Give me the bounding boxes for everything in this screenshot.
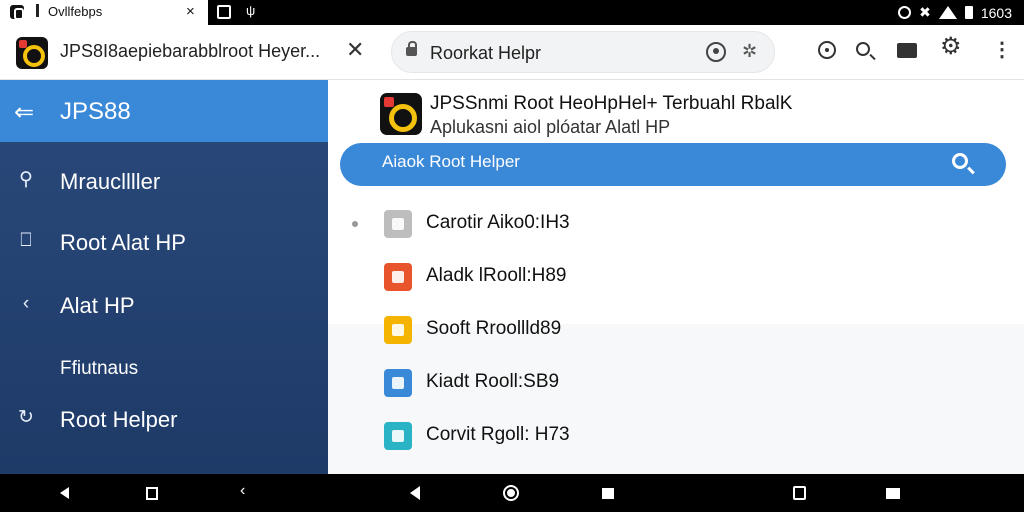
overview-icon[interactable] [602,488,614,499]
app-bar: JPS8I8aepiebarabblroot Heyer... ✕ Roorka… [0,25,1024,80]
screenshot-icon [217,5,231,19]
alarm-icon [898,6,912,19]
share-icon: ‹ [22,293,30,314]
sidebar-item-label: Ffiutnaus [60,358,139,379]
sidebar: ⇐ JPS88 ⚲ Mraucllller ⎕ Root Alat HP ‹ A… [0,80,328,474]
sidebar-item-root-alat-hp[interactable]: ⎕ Root Alat HP [0,218,328,268]
search-input[interactable]: Aiaok Root Helper [382,152,520,172]
status-bar: Ovllfebps × ψ ✖ 1603 [0,0,1024,25]
sidebar-item-alat-hp[interactable]: ‹ Alat HP [0,281,328,331]
usb-icon: ψ [246,3,256,18]
app-icon [384,210,412,238]
list-item-label: Carotir Aiko0:IH3 [426,212,570,233]
sidebar-item-label: Root Helper [60,407,178,432]
tab-label: Ovllfebps [48,4,103,19]
status-icons: ✖ 1603 [898,4,1012,21]
page-subtitle: Aplukasni aiol plóatar Alatl HP [430,117,671,137]
list-item[interactable]: Aladk lRooll:H89 [384,259,984,299]
device-icon: ⎕ [20,230,32,251]
browser-tab[interactable]: Ovllfebps × [0,0,208,25]
sidebar-item-label: Mraucllller [60,169,161,194]
wifi-icon [938,6,957,19]
battery-icon [964,6,973,19]
chevron-icon[interactable]: ‹ [240,482,245,500]
back-arrow-icon[interactable]: ⇐ [14,98,34,127]
sidebar-item-root-helper[interactable]: ↻ Root Helper [0,395,328,445]
refresh-icon: ↻ [18,407,34,428]
sidebar-item-label: Root Alat HP [60,230,186,255]
search-icon[interactable] [952,153,968,169]
app-icon [384,369,412,397]
search-icon[interactable] [856,42,870,56]
list-item[interactable]: Carotir Aiko0:IH3 [384,206,984,246]
main-content: JPSSnmi Root HeoHpHel+ Terbuahl RbalK Ap… [328,80,1024,474]
app-icon [384,422,412,450]
url-bar[interactable]: Roorkat Helpr ✲ [391,31,775,73]
list-item-label: Kiadt Rooll:SB9 [426,371,560,392]
recents-icon[interactable] [793,486,806,500]
sidebar-item-ffiutnaus[interactable]: Ffiutnaus [0,344,328,394]
sidebar-item-mraucllller[interactable]: ⚲ Mraucllller [0,157,328,207]
page-title: JPSSnmi Root HeoHpHel+ Terbuahl RbalK [430,93,793,114]
url-text[interactable]: Roorkat Helpr [430,43,541,64]
sidebar-item-label: Alat HP [60,293,135,318]
app-icon [384,316,412,344]
tab-close-icon[interactable]: × [186,3,195,20]
pin-icon: ⚲ [19,169,33,190]
back-icon[interactable] [410,486,420,500]
app-title: JPS8I8aepiebarabblroot Heyer... [60,41,321,61]
app-icon [10,5,24,20]
cast-icon[interactable] [897,43,917,58]
list-item[interactable]: Corvit Rgoll: H73 [384,418,984,458]
bullet-dot [352,221,358,227]
gear-icon[interactable]: ⚙ [940,35,962,59]
more-menu-icon[interactable]: ⋮ [992,37,1012,62]
close-icon[interactable]: ✕ [346,37,364,63]
sidebar-title: JPS88 [60,98,131,125]
status-clock: 1603 [980,4,1012,21]
go-icon[interactable] [706,42,726,62]
sidebar-header: ⇐ JPS88 [0,80,328,142]
navigation-bar: ‹ [0,474,1024,512]
back-icon[interactable] [60,487,69,499]
app-icon [384,263,412,291]
app-logo [16,37,48,69]
app-logo [380,93,422,135]
list-item-label: Corvit Rgoll: H73 [426,424,570,445]
history-icon[interactable] [818,41,836,59]
extension-icon[interactable]: ✲ [742,41,757,62]
list-item[interactable]: Kiadt Rooll:SB9 [384,365,984,405]
lock-icon [406,41,417,56]
mute-icon: ✖ [919,4,931,20]
pin-icon [36,4,39,17]
overview-icon[interactable] [886,488,900,499]
recents-icon[interactable] [146,487,158,500]
home-icon[interactable] [503,485,519,501]
list-item-label: Aladk lRooll:H89 [426,265,567,286]
search-bar[interactable]: Aiaok Root Helper [340,143,1006,186]
list-item-label: Sooft Rroollld89 [426,318,562,339]
list-item[interactable]: Sooft Rroollld89 [384,312,984,352]
